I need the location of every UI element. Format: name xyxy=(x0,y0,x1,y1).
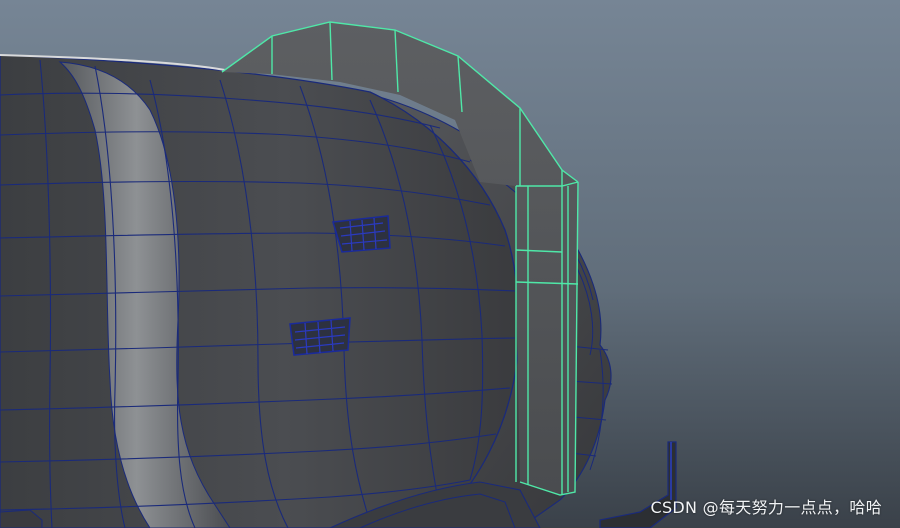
watermark-text: CSDN @每天努力一点点，哈哈 xyxy=(650,498,882,517)
small-panel-2[interactable] xyxy=(289,317,351,356)
small-panel-1[interactable] xyxy=(332,215,391,253)
scene-canvas[interactable] xyxy=(0,0,900,528)
viewport-3d[interactable]: CSDN @每天努力一点点，哈哈 xyxy=(0,0,900,528)
